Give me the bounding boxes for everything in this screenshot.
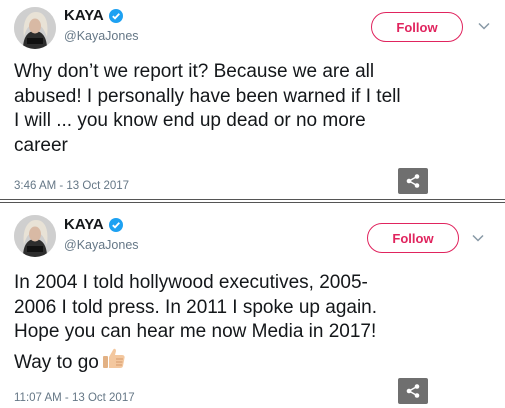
tweet-text-line: 2006 I told press. In 2011 I spoke up ag… bbox=[14, 296, 378, 318]
tweet-text: Why don’t we report it? Because we are a… bbox=[14, 60, 494, 158]
verified-badge-icon bbox=[108, 217, 123, 232]
share-icon bbox=[406, 384, 420, 398]
chevron-down-icon[interactable] bbox=[472, 234, 484, 242]
user-handle[interactable]: @KayaJones bbox=[64, 238, 139, 252]
tweet-text-line: Why don’t we report it? Because we are a… bbox=[14, 61, 375, 82]
tweet-text-line: I will ... you know end up dead or no mo… bbox=[14, 110, 366, 131]
user-name-row: KAYA bbox=[64, 216, 123, 233]
display-name[interactable]: KAYA bbox=[64, 7, 104, 24]
tweet-text-line: Hope you can hear me now Media in 2017! bbox=[14, 321, 377, 342]
follow-button[interactable]: Follow bbox=[367, 223, 459, 253]
tweet-text-line: In 2004 I told hollywood executives, 200… bbox=[14, 272, 368, 293]
timestamp[interactable]: 3:46 AM - 13 Oct 2017 bbox=[14, 180, 129, 192]
tweet-text-line: abused! I personally have been warned if… bbox=[14, 85, 401, 107]
timestamp[interactable]: 11:07 AM - 13 Oct 2017 bbox=[14, 392, 135, 404]
tweet-text-line: Way to go bbox=[14, 345, 494, 376]
share-button[interactable] bbox=[398, 168, 428, 194]
thumbs-up-emoji bbox=[102, 348, 125, 368]
avatar[interactable] bbox=[14, 7, 56, 49]
display-name[interactable]: KAYA bbox=[64, 216, 104, 233]
share-icon bbox=[406, 174, 420, 188]
chevron-down-icon[interactable] bbox=[478, 22, 490, 30]
verified-badge-icon bbox=[108, 8, 123, 23]
avatar[interactable] bbox=[14, 215, 56, 257]
tweet-text-fragment: Way to go bbox=[14, 351, 99, 373]
screenshot-divider bbox=[0, 199, 505, 203]
tweet-text-line: career bbox=[14, 134, 68, 156]
user-handle[interactable]: @KayaJones bbox=[64, 29, 139, 43]
share-button[interactable] bbox=[398, 378, 428, 404]
tweet-text: In 2004 I told hollywood executives, 200… bbox=[14, 271, 494, 375]
user-name-row: KAYA bbox=[64, 7, 123, 24]
follow-button[interactable]: Follow bbox=[371, 12, 463, 42]
